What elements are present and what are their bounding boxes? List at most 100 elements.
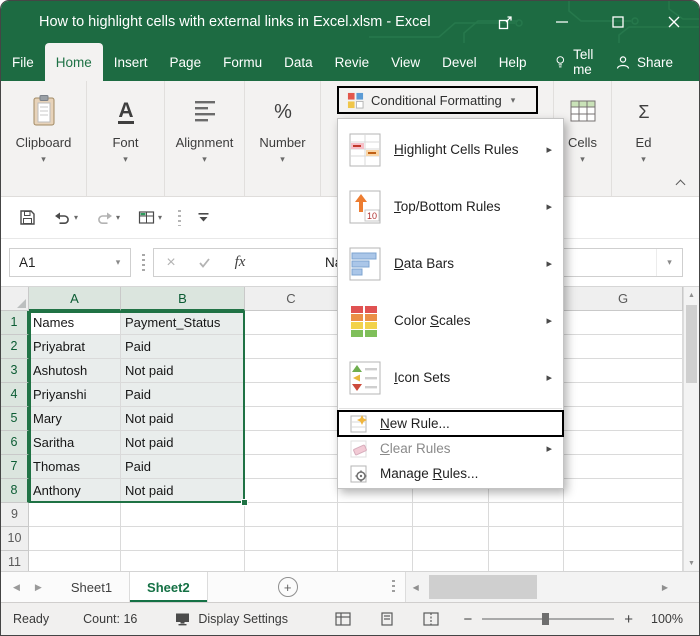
- new-sheet-button[interactable]: +: [278, 577, 298, 597]
- cancel-icon[interactable]: ×: [154, 254, 188, 272]
- zoom-slider[interactable]: [482, 618, 614, 620]
- cell-G2[interactable]: [564, 335, 683, 359]
- cell-B1[interactable]: Payment_Status: [121, 311, 245, 335]
- tab-help[interactable]: Help: [488, 43, 538, 81]
- scroll-down-icon[interactable]: ▼: [684, 555, 699, 571]
- cell-G5[interactable]: [564, 407, 683, 431]
- number-group[interactable]: % Number ▾: [245, 81, 321, 196]
- cell-C9[interactable]: [245, 503, 338, 527]
- minimize-button[interactable]: [551, 11, 573, 33]
- menu-item-clear-rules[interactable]: Clear Rules ▸: [338, 436, 563, 461]
- menu-item-highlight-cells-rules[interactable]: Highlight Cells Rules ▸: [338, 121, 563, 178]
- scroll-right-icon[interactable]: ▶: [655, 583, 675, 592]
- fill-handle[interactable]: [241, 499, 248, 506]
- redo-button[interactable]: ▾: [90, 207, 126, 229]
- sheet-tab-sheet1[interactable]: Sheet1: [54, 572, 130, 602]
- close-button[interactable]: [663, 11, 685, 33]
- row-header-6[interactable]: 6: [1, 431, 29, 455]
- cell-B2[interactable]: Paid: [121, 335, 245, 359]
- cell-F9[interactable]: [489, 503, 564, 527]
- menu-item-color-scales[interactable]: Color Scales ▸: [338, 292, 563, 349]
- display-settings-button[interactable]: Display Settings: [169, 609, 294, 629]
- cell-G4[interactable]: [564, 383, 683, 407]
- zoom-level[interactable]: 100%: [645, 612, 683, 626]
- tab-file[interactable]: File: [1, 43, 45, 81]
- undo-button[interactable]: ▾: [48, 207, 84, 229]
- clipboard-group[interactable]: Clipboard ▾: [1, 81, 87, 196]
- cell-A10[interactable]: [29, 527, 121, 551]
- cell-A11[interactable]: [29, 551, 121, 571]
- expand-formula-bar-icon[interactable]: ▾: [656, 249, 682, 276]
- menu-item-icon-sets[interactable]: Icon Sets ▸: [338, 349, 563, 406]
- page-break-view-icon[interactable]: [423, 612, 439, 626]
- cell-E9[interactable]: [413, 503, 489, 527]
- column-header-G[interactable]: G: [564, 287, 683, 311]
- cell-C4[interactable]: [245, 383, 338, 407]
- scroll-up-icon[interactable]: ▲: [684, 287, 699, 303]
- tab-page-layout[interactable]: Page: [159, 43, 213, 81]
- zoom-in-button[interactable]: +: [624, 611, 633, 628]
- row-header-9[interactable]: 9: [1, 503, 29, 527]
- cell-C5[interactable]: [245, 407, 338, 431]
- cell-G3[interactable]: [564, 359, 683, 383]
- column-header-B[interactable]: B: [121, 287, 245, 311]
- chevron-down-icon[interactable]: ▾: [106, 257, 130, 268]
- name-box[interactable]: A1 ▾: [9, 248, 131, 277]
- cell-C10[interactable]: [245, 527, 338, 551]
- maximize-button[interactable]: [607, 11, 629, 33]
- customize-qat-button[interactable]: [191, 208, 216, 227]
- cell-C3[interactable]: [245, 359, 338, 383]
- cell-G6[interactable]: [564, 431, 683, 455]
- horizontal-scroll-track[interactable]: [426, 572, 655, 602]
- cell-G9[interactable]: [564, 503, 683, 527]
- save-button[interactable]: [13, 205, 42, 230]
- cell-A5[interactable]: Mary: [29, 407, 121, 431]
- normal-view-icon[interactable]: [335, 612, 351, 626]
- menu-item-data-bars[interactable]: Data Bars ▸: [338, 235, 563, 292]
- cell-G1[interactable]: [564, 311, 683, 335]
- menu-item-top-bottom-rules[interactable]: 10 Top/Bottom Rules ▸: [338, 178, 563, 235]
- cell-E10[interactable]: [413, 527, 489, 551]
- cell-B3[interactable]: Not paid: [121, 359, 245, 383]
- cell-D10[interactable]: [338, 527, 413, 551]
- cell-A4[interactable]: Priyanshi: [29, 383, 121, 407]
- row-header-3[interactable]: 3: [1, 359, 29, 383]
- tab-data[interactable]: Data: [273, 43, 324, 81]
- cell-A1[interactable]: Names: [29, 311, 121, 335]
- cell-G7[interactable]: [564, 455, 683, 479]
- cell-D11[interactable]: [338, 551, 413, 571]
- cell-A8[interactable]: Anthony: [29, 479, 121, 503]
- zoom-out-button[interactable]: −: [463, 611, 472, 628]
- alignment-group[interactable]: Alignment ▾: [165, 81, 245, 196]
- row-header-10[interactable]: 10: [1, 527, 29, 551]
- cell-E11[interactable]: [413, 551, 489, 571]
- conditional-formatting-button[interactable]: Conditional Formatting ▾: [337, 86, 538, 114]
- share-button[interactable]: Share: [616, 43, 673, 81]
- insert-function-icon[interactable]: fx: [220, 254, 260, 271]
- scroll-left-icon[interactable]: ◀: [406, 583, 426, 592]
- cell-G11[interactable]: [564, 551, 683, 571]
- tab-insert[interactable]: Insert: [103, 43, 159, 81]
- font-group[interactable]: A Font ▾: [87, 81, 165, 196]
- page-layout-view-icon[interactable]: [379, 612, 395, 626]
- cell-G10[interactable]: [564, 527, 683, 551]
- cell-A6[interactable]: Saritha: [29, 431, 121, 455]
- zoom-slider-thumb[interactable]: [542, 613, 549, 625]
- cell-G8[interactable]: [564, 479, 683, 503]
- cell-A3[interactable]: Ashutosh: [29, 359, 121, 383]
- row-header-4[interactable]: 4: [1, 383, 29, 407]
- tab-developer[interactable]: Devel: [431, 43, 488, 81]
- vertical-scroll-thumb[interactable]: [686, 305, 697, 383]
- row-header-2[interactable]: 2: [1, 335, 29, 359]
- count-indicator[interactable]: Count: 16: [83, 612, 137, 626]
- sheet-tab-sheet2[interactable]: Sheet2: [130, 572, 208, 602]
- cell-A2[interactable]: Priyabrat: [29, 335, 121, 359]
- cell-C8[interactable]: [245, 479, 338, 503]
- cell-A9[interactable]: [29, 503, 121, 527]
- cell-B5[interactable]: Not paid: [121, 407, 245, 431]
- row-header-1[interactable]: 1: [1, 311, 29, 335]
- row-header-5[interactable]: 5: [1, 407, 29, 431]
- tab-view[interactable]: View: [380, 43, 431, 81]
- cell-B7[interactable]: Paid: [121, 455, 245, 479]
- cell-C7[interactable]: [245, 455, 338, 479]
